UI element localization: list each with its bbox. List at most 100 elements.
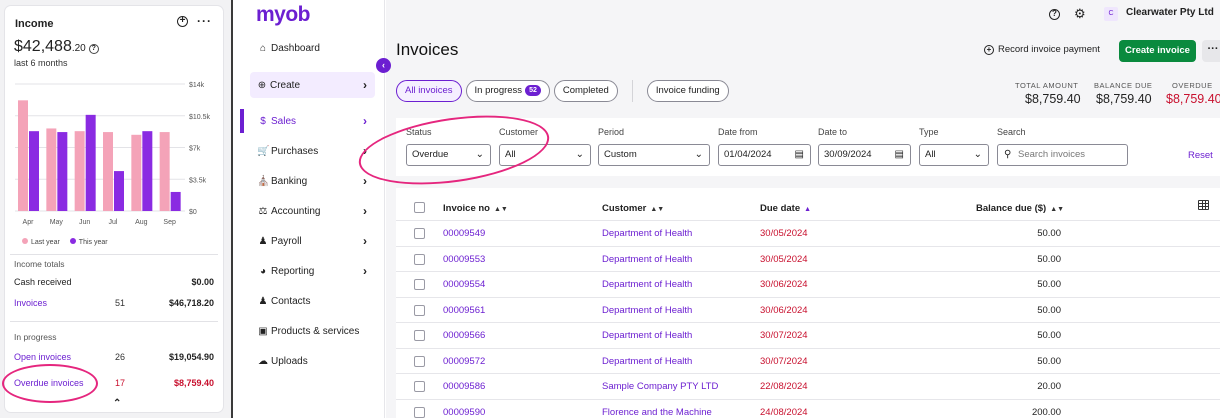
bar-last-year-apr[interactable] — [18, 100, 28, 211]
chevron-down-icon: ⌄ — [973, 149, 982, 160]
date-to-input[interactable]: 30/09/2024 ▤ — [818, 144, 911, 166]
bar-last-year-jul[interactable] — [103, 132, 113, 211]
table-row[interactable]: 00009572 Department of Health 30/07/2024 50… — [396, 347, 1220, 373]
nav-dashboard[interactable]: ⌂ Dashboard — [240, 35, 385, 61]
bar-last-year-aug[interactable] — [131, 134, 142, 211]
period-select[interactable]: Custom ⌄ — [598, 144, 710, 166]
column-customer[interactable]: Customer ▲▼ — [602, 203, 664, 214]
nav-create[interactable]: ⊕ Create › — [250, 72, 375, 98]
nav-reporting[interactable]: ◕ Reporting › — [240, 258, 385, 284]
bar-last-year-sep[interactable] — [159, 132, 170, 211]
bar-this-year-sep[interactable] — [170, 191, 181, 211]
invoice-number-link[interactable]: 00009554 — [443, 279, 485, 290]
nav-sales[interactable]: $ Sales › — [240, 108, 385, 134]
company-avatar[interactable]: C — [1104, 7, 1118, 21]
date-from-input[interactable]: 01/04/2024 ▤ — [718, 144, 811, 166]
customer-link[interactable]: Florence and the Machine — [602, 407, 712, 418]
column-balance-due[interactable]: Balance due ($) ▲▼ — [976, 203, 1064, 214]
tab-completed[interactable]: Completed — [553, 80, 618, 102]
customer-link[interactable]: Department of Health — [602, 254, 692, 265]
row-checkbox[interactable] — [414, 228, 425, 239]
table-settings-icon[interactable] — [1198, 200, 1209, 210]
customer-link[interactable]: Department of Health — [602, 356, 692, 367]
bar-this-year-may[interactable] — [57, 132, 68, 211]
help-icon[interactable]: ? — [1049, 9, 1060, 20]
bar-this-year-jun[interactable] — [85, 114, 96, 211]
company-name[interactable]: Clearwater Pty Ltd — [1126, 7, 1214, 18]
invoice-number-link[interactable]: 00009590 — [443, 407, 485, 418]
reset-filters-link[interactable]: Reset — [1188, 150, 1213, 161]
table-row[interactable]: 00009566 Department of Health 30/07/2024 50… — [396, 322, 1220, 347]
tab-invoice-funding[interactable]: Invoice funding — [646, 80, 729, 102]
row-checkbox[interactable] — [414, 253, 425, 265]
nav-label: Purchases — [271, 145, 319, 157]
row-checkbox[interactable] — [414, 304, 425, 316]
add-widget-icon[interactable]: + — [177, 16, 188, 27]
calendar-icon[interactable]: ▤ — [895, 145, 904, 165]
nav-products-services[interactable]: ▣ Products & services — [240, 318, 385, 344]
calendar-icon[interactable]: ▤ — [795, 145, 804, 165]
more-options-icon[interactable]: ··· — [197, 14, 212, 28]
row-checkbox[interactable] — [414, 355, 425, 367]
info-icon[interactable]: ? — [88, 44, 99, 54]
invoices-link[interactable]: Invoices — [14, 298, 47, 308]
tab-in-progress[interactable]: In progress 52 — [465, 80, 550, 102]
row-checkbox[interactable] — [414, 279, 425, 290]
create-invoice-button[interactable]: Create invoice — [1119, 40, 1196, 62]
row-checkbox[interactable] — [414, 381, 425, 392]
balance-due: 50.00 — [1037, 253, 1061, 265]
legend-swatch-this-year — [69, 238, 76, 244]
open-invoices-link[interactable]: Open invoices — [14, 352, 71, 362]
bar-last-year-may[interactable] — [46, 128, 57, 211]
nav-payroll[interactable]: ♟ Payroll › — [240, 228, 385, 254]
chevron-right-icon: › — [363, 114, 367, 128]
nav-contacts[interactable]: ♟ Contacts — [240, 288, 385, 314]
column-invoice-no[interactable]: Invoice no ▲▼ — [443, 203, 508, 214]
invoice-tabs: All invoices In progress 52 Completed Inv… — [396, 80, 729, 102]
myob-logo[interactable]: myob — [256, 3, 311, 27]
y-tick-label: $0 — [189, 209, 197, 216]
table-row[interactable]: 00009554 Department of Health 30/06/2024 50… — [396, 271, 1220, 296]
bar-this-year-apr[interactable] — [29, 131, 39, 211]
plus-circle-icon: + — [984, 44, 994, 55]
due-date: 30/05/2024 — [760, 228, 808, 239]
table-row[interactable]: 00009561 Department of Health 30/06/2024 50… — [396, 296, 1220, 322]
customer-link[interactable]: Department of Health — [602, 279, 692, 290]
chevron-up-icon[interactable]: ⌃ — [113, 398, 121, 409]
row-checkbox[interactable] — [414, 406, 425, 418]
bar-this-year-jul[interactable] — [114, 171, 124, 211]
select-all-checkbox[interactable] — [414, 202, 425, 213]
invoice-number-link[interactable]: 00009561 — [443, 305, 485, 316]
customer-link[interactable]: Department of Health — [602, 330, 692, 341]
type-select[interactable]: All ⌄ — [919, 144, 989, 166]
invoice-number-link[interactable]: 00009566 — [443, 330, 485, 341]
income-title: Income — [15, 18, 54, 30]
invoice-number-link[interactable]: 00009572 — [443, 356, 485, 367]
customer-link[interactable]: Department of Health — [602, 228, 692, 239]
record-invoice-payment-button[interactable]: + Record invoice payment — [984, 44, 1100, 55]
nav-uploads[interactable]: ☁ Uploads — [240, 348, 385, 374]
income-period: last 6 months — [14, 58, 68, 68]
table-row[interactable]: 00009553 Department of Health 30/05/2024 50… — [396, 245, 1220, 271]
collapse-sidebar-icon[interactable]: ‹ — [376, 58, 391, 73]
nav-accounting[interactable]: ⚖ Accounting › — [240, 198, 385, 224]
bar-last-year-jun[interactable] — [74, 131, 85, 211]
tab-all-invoices[interactable]: All invoices — [396, 80, 462, 102]
invoice-number-link[interactable]: 00009549 — [443, 228, 485, 239]
row-checkbox[interactable] — [414, 330, 425, 341]
column-due-date[interactable]: Due date ▲ — [760, 203, 811, 214]
customer-link[interactable]: Sample Company PTY LTD — [602, 381, 718, 392]
table-row[interactable]: 00009586 Sample Company PTY LTD 22/08/2024… — [396, 373, 1220, 398]
bar-this-year-aug[interactable] — [142, 131, 153, 211]
table-row[interactable]: 00009590 Florence and the Machine 24/08/20… — [396, 398, 1220, 418]
table-row[interactable]: 00009549 Department of Health 30/05/2024 50… — [396, 220, 1220, 245]
search-input[interactable]: ⚲ Search invoices — [997, 144, 1128, 166]
invoice-number-link[interactable]: 00009586 — [443, 381, 485, 392]
gear-icon[interactable]: ⚙ — [1074, 6, 1086, 22]
invoice-number-link[interactable]: 00009553 — [443, 254, 485, 265]
chart-legend: Last year This year — [22, 238, 108, 246]
customer-link[interactable]: Department of Health — [602, 305, 692, 316]
nav-label: Banking — [271, 175, 308, 187]
balance-due: 20.00 — [1037, 381, 1061, 392]
more-actions-icon[interactable]: ··· — [1202, 40, 1220, 62]
